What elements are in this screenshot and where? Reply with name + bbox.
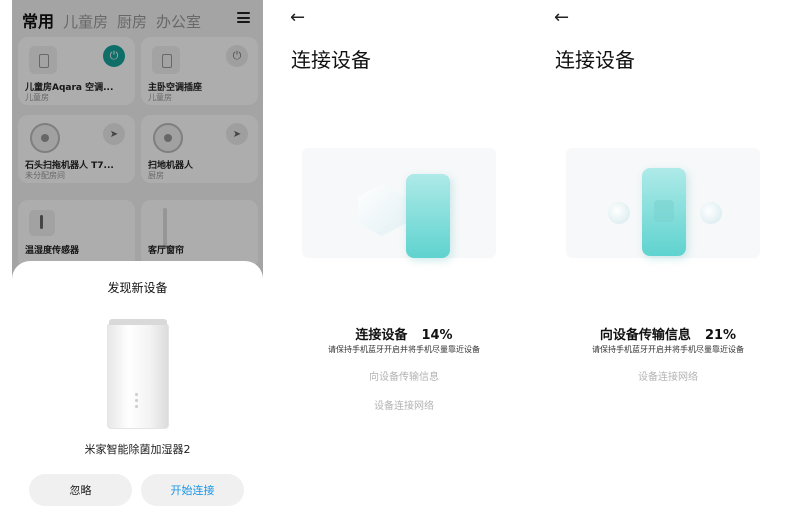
found-device-name: 米家智能除菌加湿器2 [84, 443, 191, 456]
connection-status: 向设备传输信息 21% [544, 324, 792, 343]
sheet-title: 发现新设备 [107, 281, 168, 295]
status-label: 向设备传输信息 [599, 328, 691, 343]
humidifier-image [107, 319, 169, 429]
ignore-button[interactable]: 忽略 [29, 474, 132, 506]
bluetooth-hint: 请保持手机蓝牙开启并将手机尽量靠近设备 [328, 345, 480, 354]
connection-status: 连接设备 14% [280, 324, 528, 343]
progress-percent: 14% [421, 328, 453, 343]
pending-step: 设备连接网络 [638, 372, 698, 383]
orb-icon [608, 202, 630, 224]
back-arrow-icon[interactable]: ← [554, 9, 569, 27]
discover-device-sheet: 发现新设备 米家智能除菌加湿器2 忽略 开始连接 [12, 261, 263, 516]
start-connect-button[interactable]: 开始连接 [141, 474, 244, 506]
connect-screen-2: ← 连接设备 向设备传输信息 21% 请保持手机蓝牙开启并将手机尽量靠近设备 设备… [544, 0, 792, 516]
phone-icon [642, 168, 686, 256]
progress-percent: 21% [704, 328, 737, 343]
orb-icon [700, 202, 722, 224]
home-screen: 常用 儿童房 厨房 办公室 ⏻ 儿童房Aqara 空调... 儿童房 ⏻ 主卧空… [12, 0, 263, 516]
back-arrow-icon[interactable]: ← [290, 9, 305, 27]
pending-step: 设备连接网络 [374, 401, 434, 412]
page-title: 连接设备 [291, 48, 371, 72]
phone-icon [406, 174, 450, 258]
page-title: 连接设备 [555, 48, 635, 72]
connect-screen-1: ← 连接设备 连接设备 14% 请保持手机蓝牙开启并将手机尽量靠近设备 向设备传输… [280, 0, 528, 516]
connection-illustration [302, 148, 496, 258]
device-hexagon-icon [358, 184, 406, 236]
pending-step: 向设备传输信息 [369, 372, 439, 383]
transfer-illustration [566, 148, 760, 258]
bluetooth-hint: 请保持手机蓝牙开启并将手机尽量靠近设备 [592, 345, 744, 354]
status-label: 连接设备 [355, 328, 408, 343]
